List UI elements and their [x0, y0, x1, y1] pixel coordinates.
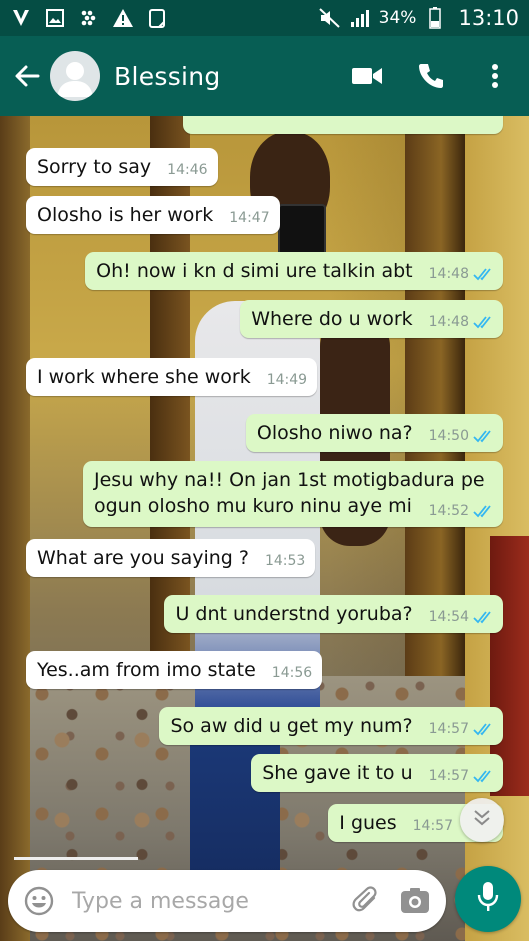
message-text: I work where she work	[37, 366, 251, 388]
message-text: She gave it to u	[262, 762, 413, 784]
message-time: 14:46	[167, 162, 208, 178]
message-text: I gues	[339, 812, 397, 834]
message-text: Jesu why na!! On jan 1st motigbadura pe …	[94, 469, 485, 517]
message-time: 14:52	[428, 503, 469, 519]
message-text: What are you saying ?	[37, 547, 249, 569]
message-bubble-outgoing[interactable]: Jesu why na!! On jan 1st motigbadura pe …	[83, 461, 503, 527]
message-text: So aw did u get my num?	[170, 715, 413, 737]
message-bubble-outgoing[interactable]: U dnt understnd yoruba? 14:54	[164, 595, 503, 633]
message-time: 14:54	[428, 609, 469, 625]
message-text: Oh! now i kn d simi ure talkin abt	[96, 260, 413, 282]
gallery-icon	[44, 7, 66, 29]
chat-area[interactable]: Sorry to say 14:46 Olosho is her work 14:4…	[0, 116, 529, 941]
chat-header: Blessing	[0, 36, 529, 116]
message-time: 14:49	[266, 372, 308, 388]
read-receipt-icon	[473, 722, 493, 736]
message-text: Olosho niwo na?	[256, 422, 413, 444]
message-time: 14:57	[412, 818, 453, 834]
phone-call-icon[interactable]	[415, 60, 447, 92]
clock: 13:10	[458, 6, 519, 30]
signal-icon	[349, 7, 371, 29]
message-bubble-outgoing[interactable]: She gave it to u 14:57	[251, 754, 503, 792]
message-text: Where do u work	[251, 308, 413, 330]
battery-percent: 34%	[378, 8, 417, 28]
status-system-icons: 34% 13:10	[318, 6, 519, 30]
whatsapp-icon	[10, 7, 32, 29]
message-composer	[8, 870, 446, 932]
double-chevron-down-icon	[471, 807, 493, 833]
partial-bubble-edge	[14, 857, 138, 860]
default-avatar-icon	[57, 62, 93, 97]
message-time: 14:53	[264, 553, 306, 569]
read-receipt-icon	[473, 315, 493, 329]
message-text: Sorry to say	[37, 156, 152, 178]
camera-icon[interactable]	[398, 884, 432, 918]
read-receipt-icon	[473, 610, 493, 624]
video-call-icon[interactable]	[351, 60, 383, 92]
read-receipt-icon	[473, 267, 493, 281]
message-time: 14:56	[271, 665, 313, 681]
mic-icon	[476, 881, 500, 917]
emoji-icon[interactable]	[22, 884, 56, 918]
read-receipt-icon	[473, 504, 493, 518]
message-bubble-incoming[interactable]: Sorry to say 14:46	[26, 148, 218, 186]
message-text: U dnt understnd yoruba?	[175, 603, 413, 625]
read-receipt-icon	[473, 769, 493, 783]
status-bar: 34% 13:10	[0, 0, 529, 36]
message-time: 14:57	[428, 768, 469, 784]
clipboard-icon	[146, 7, 168, 29]
message-bubble-outgoing[interactable]: Olosho niwo na? 14:50	[245, 414, 503, 452]
message-time: 14:50	[428, 428, 469, 444]
more-vert-icon[interactable]	[479, 60, 511, 92]
warning-icon	[112, 7, 134, 29]
battery-icon	[424, 7, 446, 29]
message-time: 14:48	[428, 314, 469, 330]
message-input[interactable]	[70, 887, 350, 915]
scroll-to-bottom-button[interactable]	[460, 798, 504, 842]
blackberry-icon	[78, 7, 100, 29]
message-bubble-outgoing[interactable]: Where do u work 14:48	[240, 300, 503, 338]
message-time: 14:57	[428, 721, 469, 737]
message-time: 14:48	[428, 266, 469, 282]
voice-record-button[interactable]	[455, 866, 521, 932]
contact-name[interactable]: Blessing	[114, 62, 351, 91]
avatar[interactable]	[50, 51, 100, 101]
mute-icon	[318, 7, 341, 29]
message-bubble-outgoing[interactable]: So aw did u get my num? 14:57	[159, 707, 503, 745]
message-bubble-incoming[interactable]: Olosho is her work 14:47	[26, 196, 280, 234]
read-receipt-icon	[473, 429, 493, 443]
status-notification-icons	[10, 7, 168, 29]
message-text: Olosho is her work	[37, 204, 214, 226]
message-bubble-partial[interactable]	[183, 116, 503, 134]
message-bubble-incoming[interactable]: Yes..am from imo state 14:56	[26, 651, 323, 689]
message-bubble-incoming[interactable]: I work where she work 14:49	[26, 358, 318, 396]
message-bubble-outgoing[interactable]: Oh! now i kn d simi ure talkin abt 14:48	[85, 252, 503, 290]
message-bubble-incoming[interactable]: What are you saying ? 14:53	[26, 539, 316, 577]
message-time: 14:47	[229, 210, 270, 226]
message-text: Yes..am from imo state	[37, 659, 256, 681]
back-arrow-icon[interactable]	[12, 61, 42, 91]
attach-icon[interactable]	[350, 884, 384, 918]
